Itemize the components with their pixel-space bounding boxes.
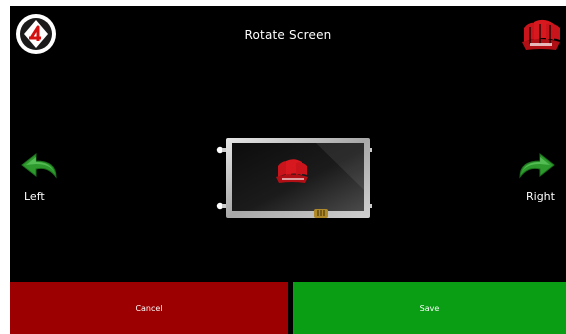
- rotate-right-label[interactable]: Right: [526, 190, 555, 203]
- save-button[interactable]: Save: [293, 282, 566, 334]
- curved-arrow-right-icon[interactable]: [516, 152, 556, 182]
- sail-boat-logo-icon: [520, 18, 562, 54]
- rotate-left-label[interactable]: Left: [24, 190, 45, 203]
- page-title: Rotate Screen: [244, 28, 332, 42]
- rotate-screen-panel: Rotate Screen Left Right Cancel Save: [10, 6, 566, 334]
- cancel-button[interactable]: Cancel: [10, 282, 288, 334]
- display-module-icon: [206, 130, 380, 220]
- curved-arrow-left-icon[interactable]: [20, 152, 60, 182]
